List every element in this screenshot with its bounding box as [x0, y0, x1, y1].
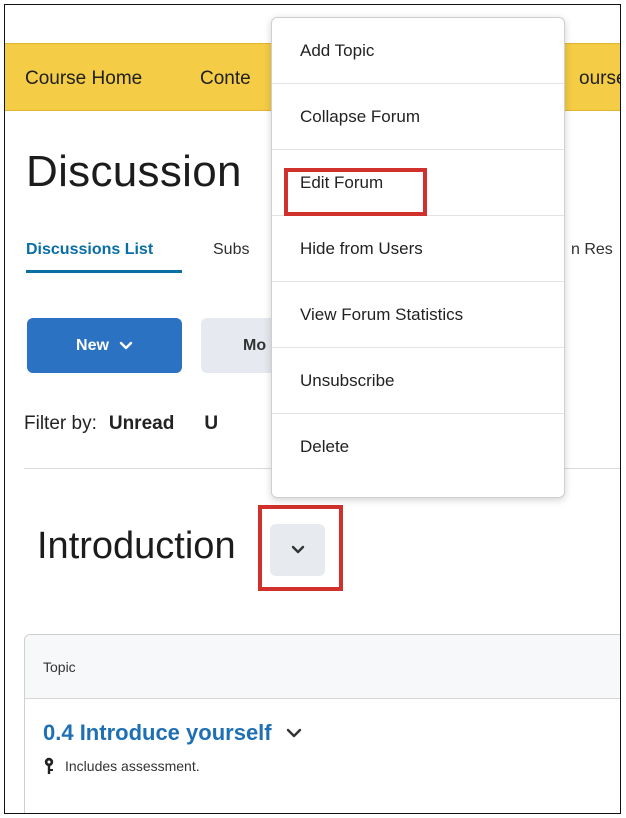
menu-item-delete[interactable]: Delete [272, 414, 564, 480]
chevron-down-icon[interactable] [286, 727, 302, 739]
key-icon [43, 757, 55, 775]
menu-item-hide-from-users[interactable]: Hide from Users [272, 216, 564, 282]
column-header-topic: Topic [43, 658, 76, 675]
assessment-note: Includes assessment. [43, 757, 200, 775]
forum-context-menu: Add Topic Collapse Forum Edit Forum Hide… [271, 17, 565, 498]
more-actions-label: Mo [243, 336, 267, 354]
highlight-box-edit-forum [284, 168, 427, 216]
menu-item-label: Delete [300, 437, 350, 456]
table-row: 0.4 Introduce yourself [43, 720, 302, 746]
nav-item-course-tools[interactable]: ourse [579, 68, 620, 90]
chevron-down-icon [119, 341, 133, 351]
menu-item-collapse-forum[interactable]: Collapse Forum [272, 84, 564, 150]
new-button-label: New [76, 336, 109, 354]
menu-item-label: Unsubscribe [300, 370, 395, 390]
nav-item-course-home[interactable]: Course Home [25, 68, 142, 90]
topics-table: Topic 0.4 Introduce yourself Includes as… [24, 634, 620, 813]
filter-row: Filter by: Unread U [24, 413, 218, 435]
menu-item-view-forum-statistics[interactable]: View Forum Statistics [272, 282, 564, 348]
screenshot-frame: Course Home Conte ourse Discussion Discu… [4, 4, 621, 814]
nav-item-content[interactable]: Conte [200, 68, 251, 90]
new-button[interactable]: New [27, 318, 182, 373]
forum-title: Introduction [37, 525, 236, 567]
topic-title-link[interactable]: 0.4 Introduce yourself [43, 720, 272, 746]
active-tab-indicator [26, 270, 182, 273]
tab-subscriptions[interactable]: Subs [213, 241, 249, 259]
menu-item-label: Collapse Forum [300, 106, 420, 126]
filter-unread[interactable]: Unread [109, 413, 174, 434]
menu-item-add-topic[interactable]: Add Topic [272, 18, 564, 84]
menu-item-label: Hide from Users [300, 238, 423, 258]
highlight-box-forum-actions [258, 505, 343, 591]
tab-restore[interactable]: n Res [571, 241, 613, 259]
filter-unapproved[interactable]: U [204, 413, 218, 434]
page-title: Discussion [26, 147, 242, 196]
menu-item-label: View Forum Statistics [300, 304, 464, 324]
table-header: Topic [25, 635, 620, 699]
menu-item-label: Add Topic [300, 40, 375, 60]
tab-discussions-list[interactable]: Discussions List [26, 241, 153, 259]
menu-item-unsubscribe[interactable]: Unsubscribe [272, 348, 564, 414]
filter-label: Filter by: [24, 413, 97, 434]
assessment-note-text: Includes assessment. [65, 758, 200, 774]
